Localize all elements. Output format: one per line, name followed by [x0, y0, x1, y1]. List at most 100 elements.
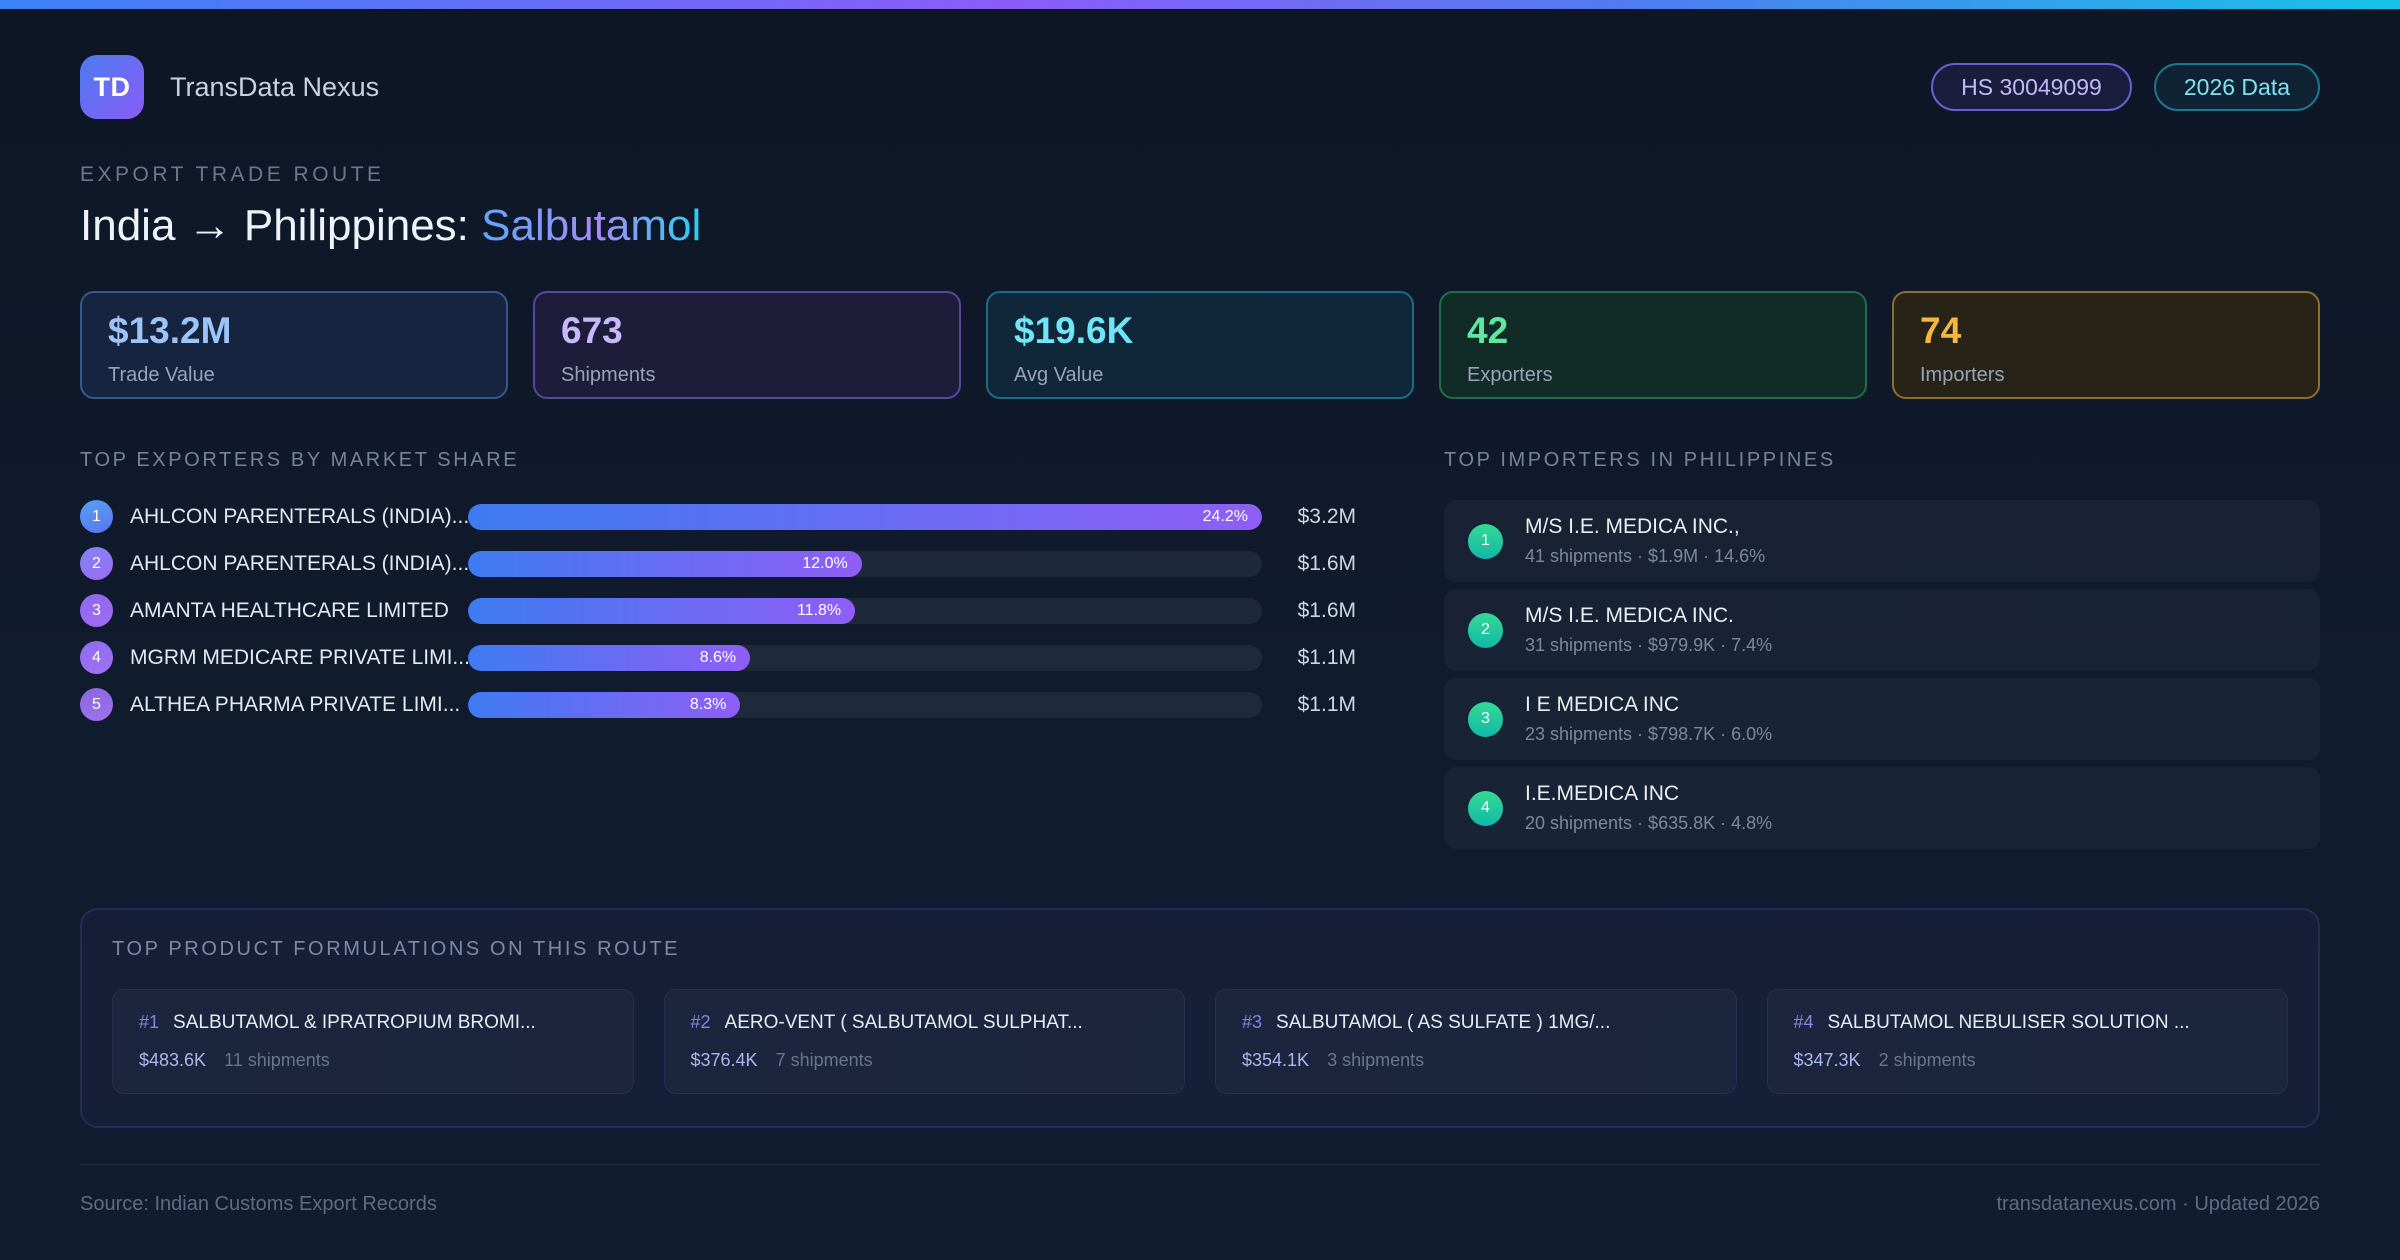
formulation-name: SALBUTAMOL ( AS SULFATE ) 1MG/... [1276, 1012, 1611, 1033]
rank-badge: 4 [1468, 790, 1503, 826]
exporter-value: $1.1M [1297, 645, 1356, 669]
rank-badge: 3 [80, 594, 113, 627]
bar-fill: 8.3% [468, 691, 741, 718]
stat-label: Avg Value [1014, 364, 1104, 386]
importer-name: I E MEDICA INC [1525, 693, 1680, 716]
importer-detail: 41 shipments · $1.9M · 14.6% [1525, 546, 1766, 566]
bar-fill: 12.0% [468, 550, 862, 577]
formulation-rank: #2 [690, 1012, 711, 1032]
bar-fill: 24.2% [468, 503, 1262, 530]
bar-percent-label: 8.6% [699, 648, 737, 666]
formulation-value: $354.1K [1242, 1050, 1310, 1070]
exporter-row: 3 AMANTA HEALTHCARE LIMITED 11.8% $1.6M [80, 594, 1356, 627]
header: TD TransData Nexus HS 30049099 2026 Data [80, 55, 2320, 119]
bar-fill: 11.8% [468, 597, 856, 624]
page-title-route: India → Philippines: [80, 201, 482, 250]
stat-card-trade-value: $13.2M Trade Value [80, 291, 508, 399]
formulation-name: AERO-VENT ( SALBUTAMOL SULPHAT... [724, 1012, 1083, 1033]
stat-card-importers: 74 Importers [1892, 291, 2320, 399]
bar-percent-label: 8.3% [689, 695, 727, 713]
importers-list: 1 M/S I.E. MEDICA INC., 41 shipments · $… [1444, 500, 2320, 849]
exporter-name: MGRM MEDICARE PRIVATE LIMI... [130, 645, 468, 669]
eyebrow-label: EXPORT TRADE ROUTE [80, 163, 385, 186]
header-badges: HS 30049099 2026 Data [1931, 63, 2320, 111]
stat-value: 74 [1920, 310, 1962, 351]
stat-value: 673 [561, 310, 623, 351]
formulation-shipments: 11 shipments [224, 1050, 330, 1070]
bar-fill: 8.6% [468, 644, 751, 671]
exporter-name: AHLCON PARENTERALS (INDIA)... [130, 504, 468, 528]
stat-value: 42 [1467, 310, 1509, 351]
stats-row: $13.2M Trade Value 673 Shipments $19.6K … [80, 291, 2320, 399]
stat-label: Trade Value [108, 364, 215, 386]
formulation-card: #2 AERO-VENT ( SALBUTAMOL SULPHAT... $37… [663, 989, 1185, 1094]
page-title-product: Salbutamol [481, 201, 702, 250]
exporter-value: $1.6M [1297, 598, 1356, 622]
formulation-shipments: 3 shipments [1327, 1050, 1425, 1070]
formulations-heading: TOP PRODUCT FORMULATIONS ON THIS ROUTE [112, 938, 681, 960]
importer-item: 4 I.E.MEDICA INC 20 shipments · $635.8K … [1444, 767, 2320, 849]
stat-card-shipments: 673 Shipments [533, 291, 961, 399]
exporter-name: ALTHEA PHARMA PRIVATE LIMI... [130, 692, 461, 716]
bar-percent-label: 24.2% [1202, 507, 1248, 525]
app-logo: TD [80, 55, 144, 119]
rank-badge: 5 [80, 688, 113, 721]
exporters-section: TOP EXPORTERS BY MARKET SHARE 1 AHLCON P… [80, 449, 1356, 856]
exporter-value: $3.2M [1297, 504, 1356, 528]
formulation-rank: #3 [1242, 1012, 1263, 1032]
formulation-shipments: 2 shipments [1878, 1050, 1976, 1070]
rank-badge: 1 [1468, 523, 1503, 559]
importer-item: 2 M/S I.E. MEDICA INC. 31 shipments · $9… [1444, 589, 2320, 671]
formulation-name: SALBUTAMOL & IPRATROPIUM BROMI... [173, 1012, 536, 1033]
formulation-card: #4 SALBUTAMOL NEBULISER SOLUTION ... $34… [1766, 989, 2288, 1094]
importer-detail: 23 shipments · $798.7K · 6.0% [1525, 724, 1773, 744]
rank-badge: 4 [80, 641, 113, 674]
formulations-panel: TOP PRODUCT FORMULATIONS ON THIS ROUTE #… [80, 908, 2320, 1128]
stat-card-avg-value: $19.6K Avg Value [986, 291, 1414, 399]
rank-badge: 2 [80, 547, 113, 580]
exporter-value: $1.6M [1297, 551, 1356, 575]
exporter-row: 2 AHLCON PARENTERALS (INDIA)... 12.0% $1… [80, 547, 1356, 580]
data-year-badge[interactable]: 2026 Data [2153, 63, 2320, 111]
footer: Source: Indian Customs Export Records tr… [80, 1164, 2320, 1216]
stat-label: Importers [1920, 364, 2005, 386]
middle-columns: TOP EXPORTERS BY MARKET SHARE 1 AHLCON P… [80, 449, 2320, 856]
bar-track: 12.0% [468, 550, 1262, 577]
bar-track: 8.3% [468, 691, 1262, 718]
exporter-name: AHLCON PARENTERALS (INDIA)... [130, 551, 468, 575]
importer-name: M/S I.E. MEDICA INC. [1525, 604, 1734, 627]
top-accent-bar [0, 0, 2400, 9]
brand: TD TransData Nexus [80, 55, 379, 119]
formulations-grid: #1 SALBUTAMOL & IPRATROPIUM BROMI... $48… [112, 989, 2288, 1094]
exporter-name: AMANTA HEALTHCARE LIMITED [130, 598, 449, 622]
importer-item: 3 I E MEDICA INC 23 shipments · $798.7K … [1444, 678, 2320, 760]
bar-percent-label: 11.8% [796, 601, 842, 619]
footer-source: Source: Indian Customs Export Records [80, 1193, 437, 1215]
stat-label: Exporters [1467, 364, 1553, 386]
bar-track: 24.2% [468, 503, 1262, 530]
importer-name: M/S I.E. MEDICA INC., [1525, 515, 1740, 538]
exporter-row: 4 MGRM MEDICARE PRIVATE LIMI... 8.6% $1.… [80, 641, 1356, 674]
rank-badge: 2 [1468, 612, 1503, 648]
bar-percent-label: 12.0% [802, 554, 848, 572]
formulation-rank: #4 [1793, 1012, 1814, 1032]
rank-badge: 3 [1468, 701, 1503, 737]
exporters-heading: TOP EXPORTERS BY MARKET SHARE [80, 449, 520, 471]
importer-name: I.E.MEDICA INC [1525, 782, 1680, 805]
exporter-value: $1.1M [1297, 692, 1356, 716]
exporters-bar-chart: 1 AHLCON PARENTERALS (INDIA)... 24.2% $3… [80, 500, 1356, 721]
bar-track: 8.6% [468, 644, 1262, 671]
formulation-value: $483.6K [139, 1050, 207, 1070]
stat-value: $13.2M [108, 310, 232, 351]
hs-code-badge[interactable]: HS 30049099 [1931, 63, 2132, 111]
formulation-name: SALBUTAMOL NEBULISER SOLUTION ... [1827, 1012, 2190, 1033]
exporter-row: 1 AHLCON PARENTERALS (INDIA)... 24.2% $3… [80, 500, 1356, 533]
formulation-value: $347.3K [1793, 1050, 1861, 1070]
importer-detail: 20 shipments · $635.8K · 4.8% [1525, 813, 1773, 833]
exporter-row: 5 ALTHEA PHARMA PRIVATE LIMI... 8.3% $1.… [80, 688, 1356, 721]
formulation-card: #3 SALBUTAMOL ( AS SULFATE ) 1MG/... $35… [1215, 989, 1737, 1094]
importer-detail: 31 shipments · $979.9K · 7.4% [1525, 635, 1773, 655]
importer-item: 1 M/S I.E. MEDICA INC., 41 shipments · $… [1444, 500, 2320, 582]
formulation-card: #1 SALBUTAMOL & IPRATROPIUM BROMI... $48… [112, 989, 634, 1094]
page-container: TD TransData Nexus HS 30049099 2026 Data… [0, 9, 2400, 1216]
